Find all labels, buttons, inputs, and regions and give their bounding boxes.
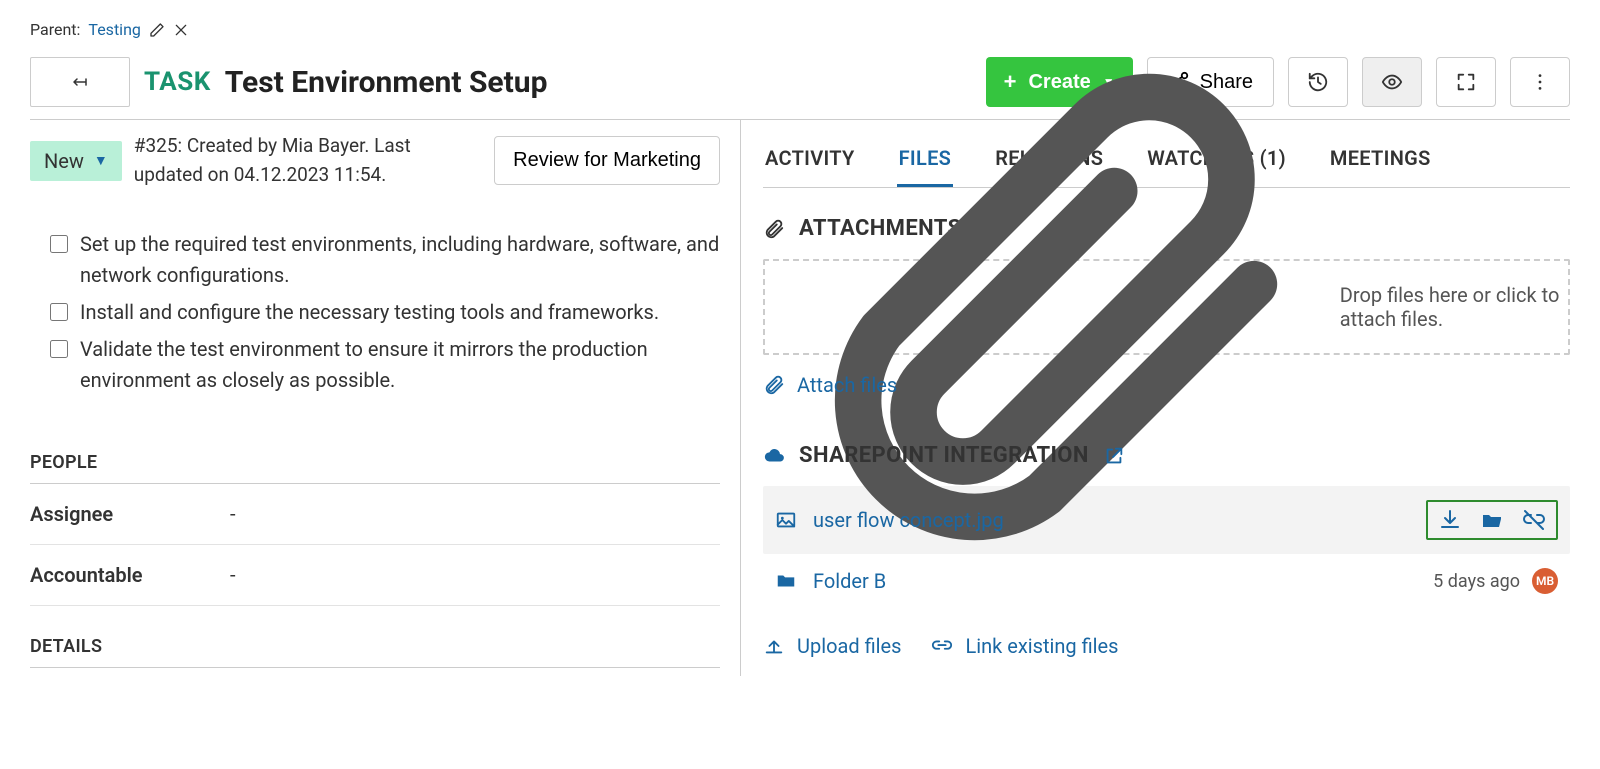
folder-age: 5 days ago — [1433, 571, 1520, 592]
details-heading: DETAILS — [30, 626, 720, 668]
upload-icon — [763, 635, 785, 657]
checklist-item: Validate the test environment to ensure … — [50, 334, 720, 396]
file-actions-highlight — [1426, 500, 1558, 540]
status-label: New — [44, 149, 84, 173]
link-icon — [931, 635, 953, 657]
accountable-label: Accountable — [30, 563, 230, 587]
chevron-down-icon: ▼ — [94, 152, 108, 169]
breadcrumb-parent-link[interactable]: Testing — [88, 20, 140, 39]
dropzone-text: Drop files here or click to attach files… — [1340, 283, 1568, 331]
close-icon[interactable] — [173, 22, 189, 38]
eye-icon — [1381, 71, 1403, 93]
tab-meetings[interactable]: MEETINGS — [1328, 136, 1433, 187]
download-icon — [1438, 508, 1462, 532]
work-item-type: TASK — [144, 67, 211, 97]
status-dropdown[interactable]: New ▼ — [30, 141, 122, 181]
back-button[interactable] — [30, 57, 130, 107]
breadcrumb-label: Parent: — [30, 20, 80, 39]
checklist-text: Install and configure the necessary test… — [80, 297, 659, 328]
assignee-row: Assignee - — [30, 484, 720, 545]
link-existing-files-link[interactable]: Link existing files — [931, 634, 1118, 658]
expand-icon — [1455, 71, 1477, 93]
image-icon — [775, 509, 797, 531]
checklist-checkbox[interactable] — [50, 235, 68, 253]
meta-info-text: #325: Created by Mia Bayer. Last updated… — [134, 132, 464, 189]
fullscreen-button[interactable] — [1436, 57, 1496, 107]
folder-icon — [775, 570, 797, 592]
accountable-row: Accountable - — [30, 545, 720, 606]
dropzone[interactable]: Drop files here or click to attach files… — [763, 259, 1570, 355]
accountable-value[interactable]: - — [230, 563, 236, 587]
paperclip-plus-icon — [765, 28, 1324, 587]
unlink-icon — [1522, 508, 1546, 532]
page-title: Test Environment Setup — [225, 65, 548, 100]
open-folder-button[interactable] — [1480, 508, 1504, 532]
checklist-checkbox[interactable] — [50, 340, 68, 358]
description-checklist: Set up the required test environments, i… — [30, 209, 720, 442]
avatar: MB — [1532, 568, 1558, 594]
folder-name[interactable]: Folder B — [813, 569, 886, 593]
checklist-item: Install and configure the necessary test… — [50, 297, 720, 328]
assignee-label: Assignee — [30, 502, 230, 526]
checklist-checkbox[interactable] — [50, 303, 68, 321]
checklist-text: Validate the test environment to ensure … — [80, 334, 720, 396]
review-marketing-button[interactable]: Review for Marketing — [494, 136, 720, 185]
more-button[interactable] — [1510, 57, 1570, 107]
assignee-value[interactable]: - — [230, 502, 236, 526]
download-button[interactable] — [1438, 508, 1462, 532]
paperclip-plus-icon — [763, 374, 785, 396]
pencil-icon[interactable] — [149, 22, 165, 38]
checklist-text: Set up the required test environments, i… — [80, 229, 720, 291]
watch-button[interactable] — [1362, 57, 1422, 107]
people-heading: PEOPLE — [30, 442, 720, 484]
unlink-button[interactable] — [1522, 508, 1546, 532]
file-name[interactable]: user flow concept.jpg — [813, 508, 1004, 532]
upload-files-link[interactable]: Upload files — [763, 634, 901, 658]
checklist-item: Set up the required test environments, i… — [50, 229, 720, 291]
cloud-icon — [763, 445, 785, 467]
kebab-icon — [1529, 71, 1551, 93]
folder-open-icon — [1480, 508, 1504, 532]
external-link-icon[interactable] — [1103, 445, 1125, 467]
